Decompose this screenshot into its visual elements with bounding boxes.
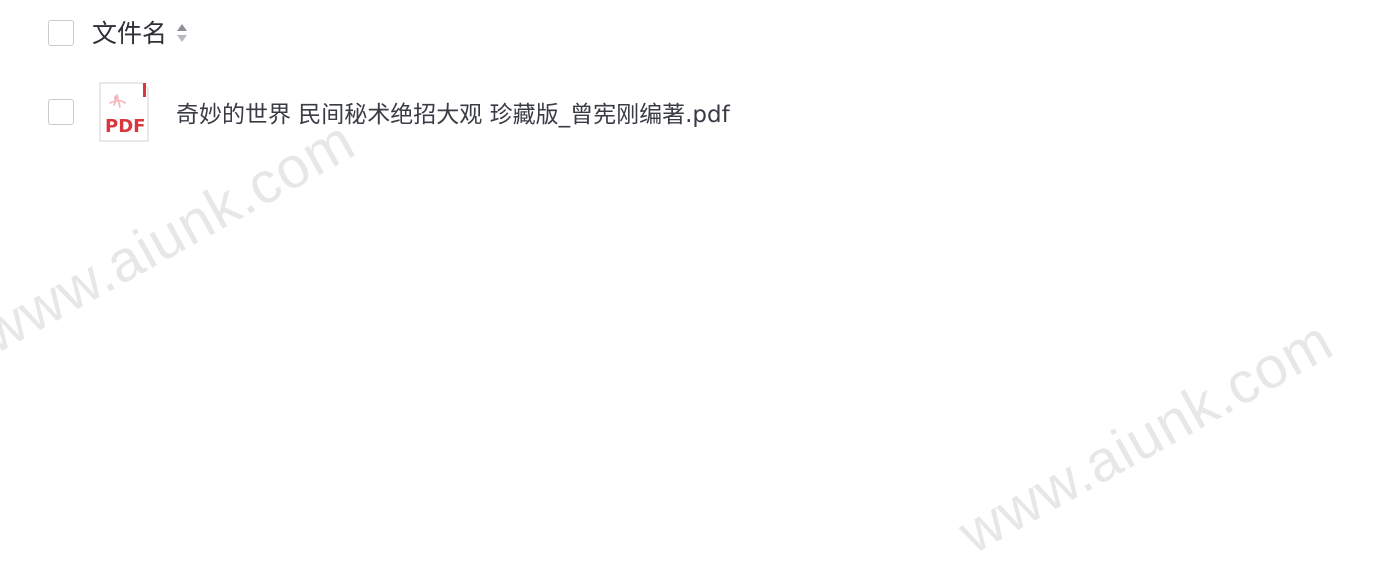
pdf-badge-text: PDF	[105, 116, 145, 137]
watermark: www.aiunk.com	[0, 107, 366, 367]
watermark: www.aiunk.com	[948, 307, 1344, 567]
sort-toggle[interactable]	[175, 20, 189, 46]
table-header: 文件名	[48, 14, 189, 52]
table-row[interactable]: PDF 奇妙的世界 民间秘术绝招大观 珍藏版_曾宪刚编著.pdf	[48, 80, 730, 144]
column-header-filename[interactable]: 文件名	[92, 21, 167, 46]
select-all-checkbox[interactable]	[48, 20, 74, 46]
sort-icon	[177, 24, 188, 42]
pdf-file-icon: PDF	[99, 82, 149, 142]
file-name-link[interactable]: 奇妙的世界 民间秘术绝招大观 珍藏版_曾宪刚编著.pdf	[176, 95, 730, 129]
row-checkbox[interactable]	[48, 99, 74, 125]
